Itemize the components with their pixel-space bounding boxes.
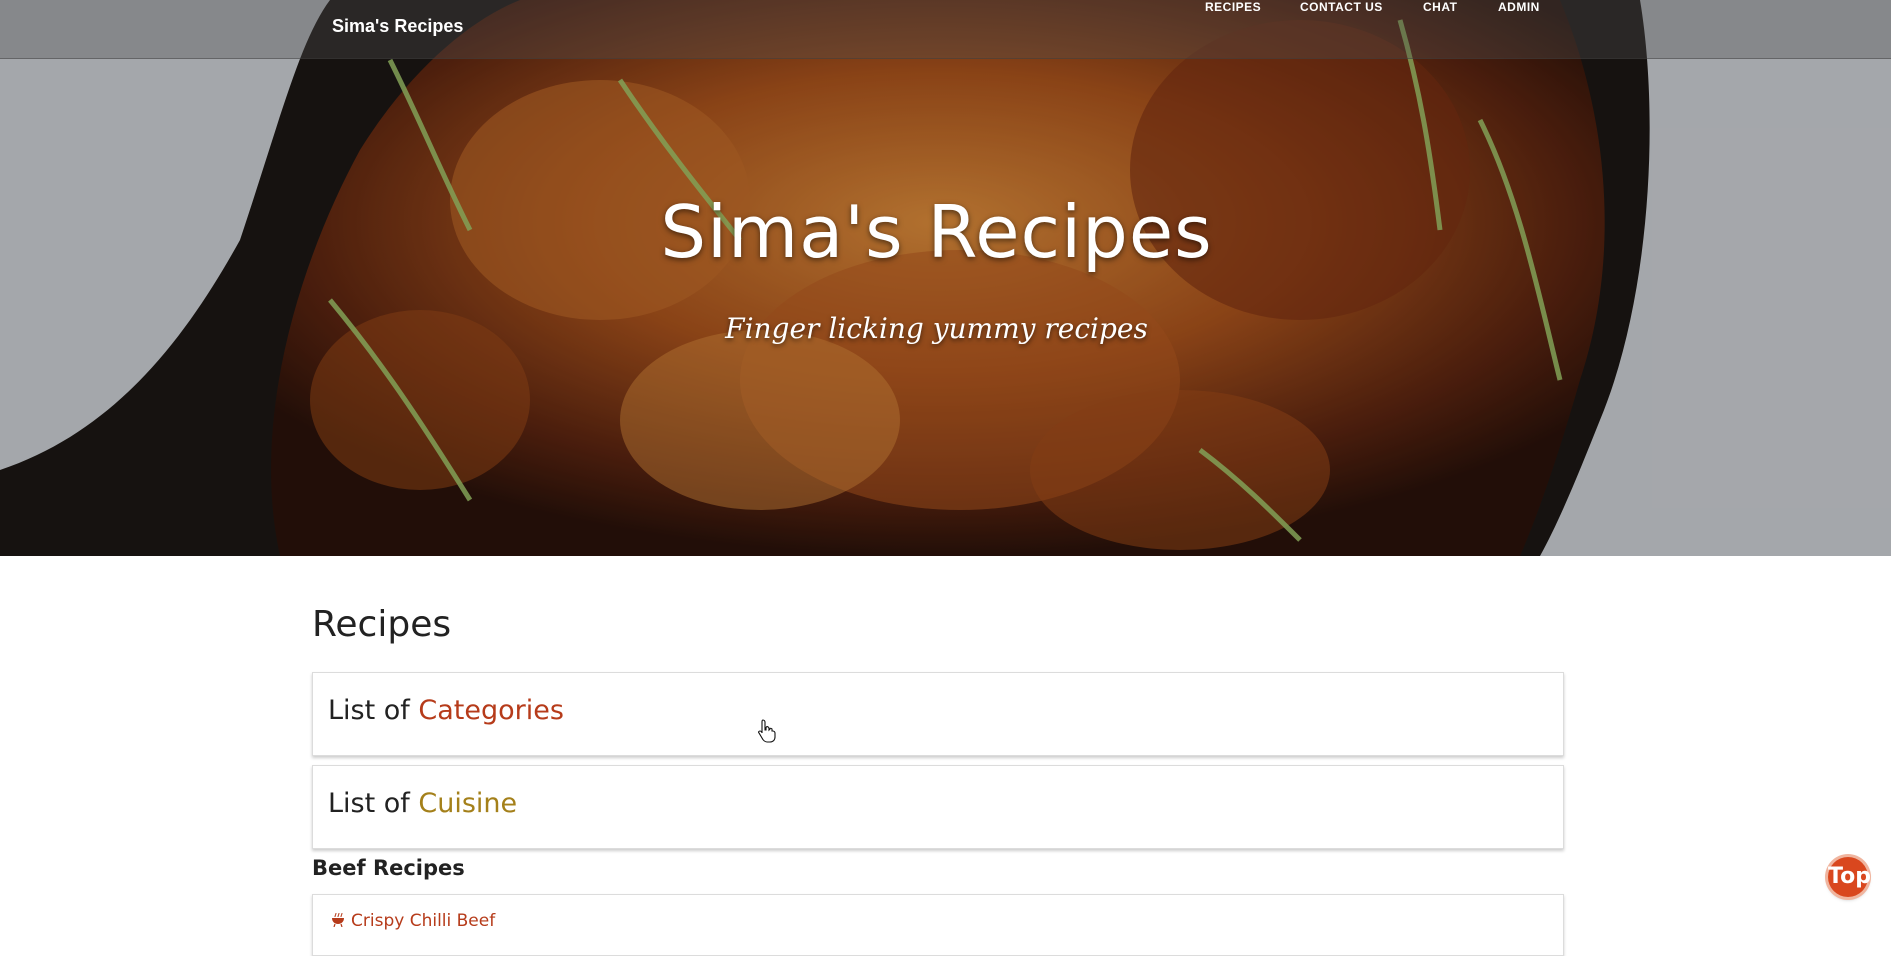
cuisine-panel-label: List of Cuisine	[328, 788, 517, 819]
hero-subtitle: Finger licking yummy recipes	[725, 312, 1148, 345]
nav-contact-us[interactable]: CONTACT US	[1300, 0, 1383, 14]
panel-prefix: List of	[328, 788, 419, 819]
categories-panel[interactable]: List of Categories	[312, 672, 1564, 756]
nav-admin[interactable]: ADMIN	[1498, 0, 1540, 14]
top-navbar: Sima's Recipes RECIPES CONTACT US CHAT A…	[0, 0, 1891, 59]
panel-prefix: List of	[328, 695, 419, 726]
section-title-beef: Beef Recipes	[312, 856, 465, 880]
recipe-link[interactable]: Crispy Chilli Beef	[331, 911, 495, 931]
recipe-name: Crispy Chilli Beef	[351, 911, 496, 931]
categories-panel-label: List of Categories	[328, 695, 564, 726]
recipe-list-card: Crispy Chilli Beef	[312, 894, 1564, 956]
nav-chat[interactable]: CHAT	[1423, 0, 1457, 14]
grill-icon	[332, 913, 344, 927]
hero-title: Sima's Recipes	[660, 190, 1213, 274]
categories-link[interactable]: Categories	[418, 695, 564, 726]
back-to-top-button[interactable]: Top	[1828, 857, 1871, 897]
nav-recipes[interactable]: RECIPES	[1205, 0, 1261, 14]
cuisine-panel[interactable]: List of Cuisine	[312, 765, 1564, 849]
hero-overlay	[0, 0, 1891, 556]
hand-pointer-icon	[758, 719, 776, 743]
hero-banner: Sima's Recipes Finger licking yummy reci…	[0, 0, 1891, 556]
cuisine-link[interactable]: Cuisine	[418, 788, 517, 819]
page-title: Recipes	[312, 604, 452, 645]
brand-link[interactable]: Sima's Recipes	[332, 16, 463, 37]
